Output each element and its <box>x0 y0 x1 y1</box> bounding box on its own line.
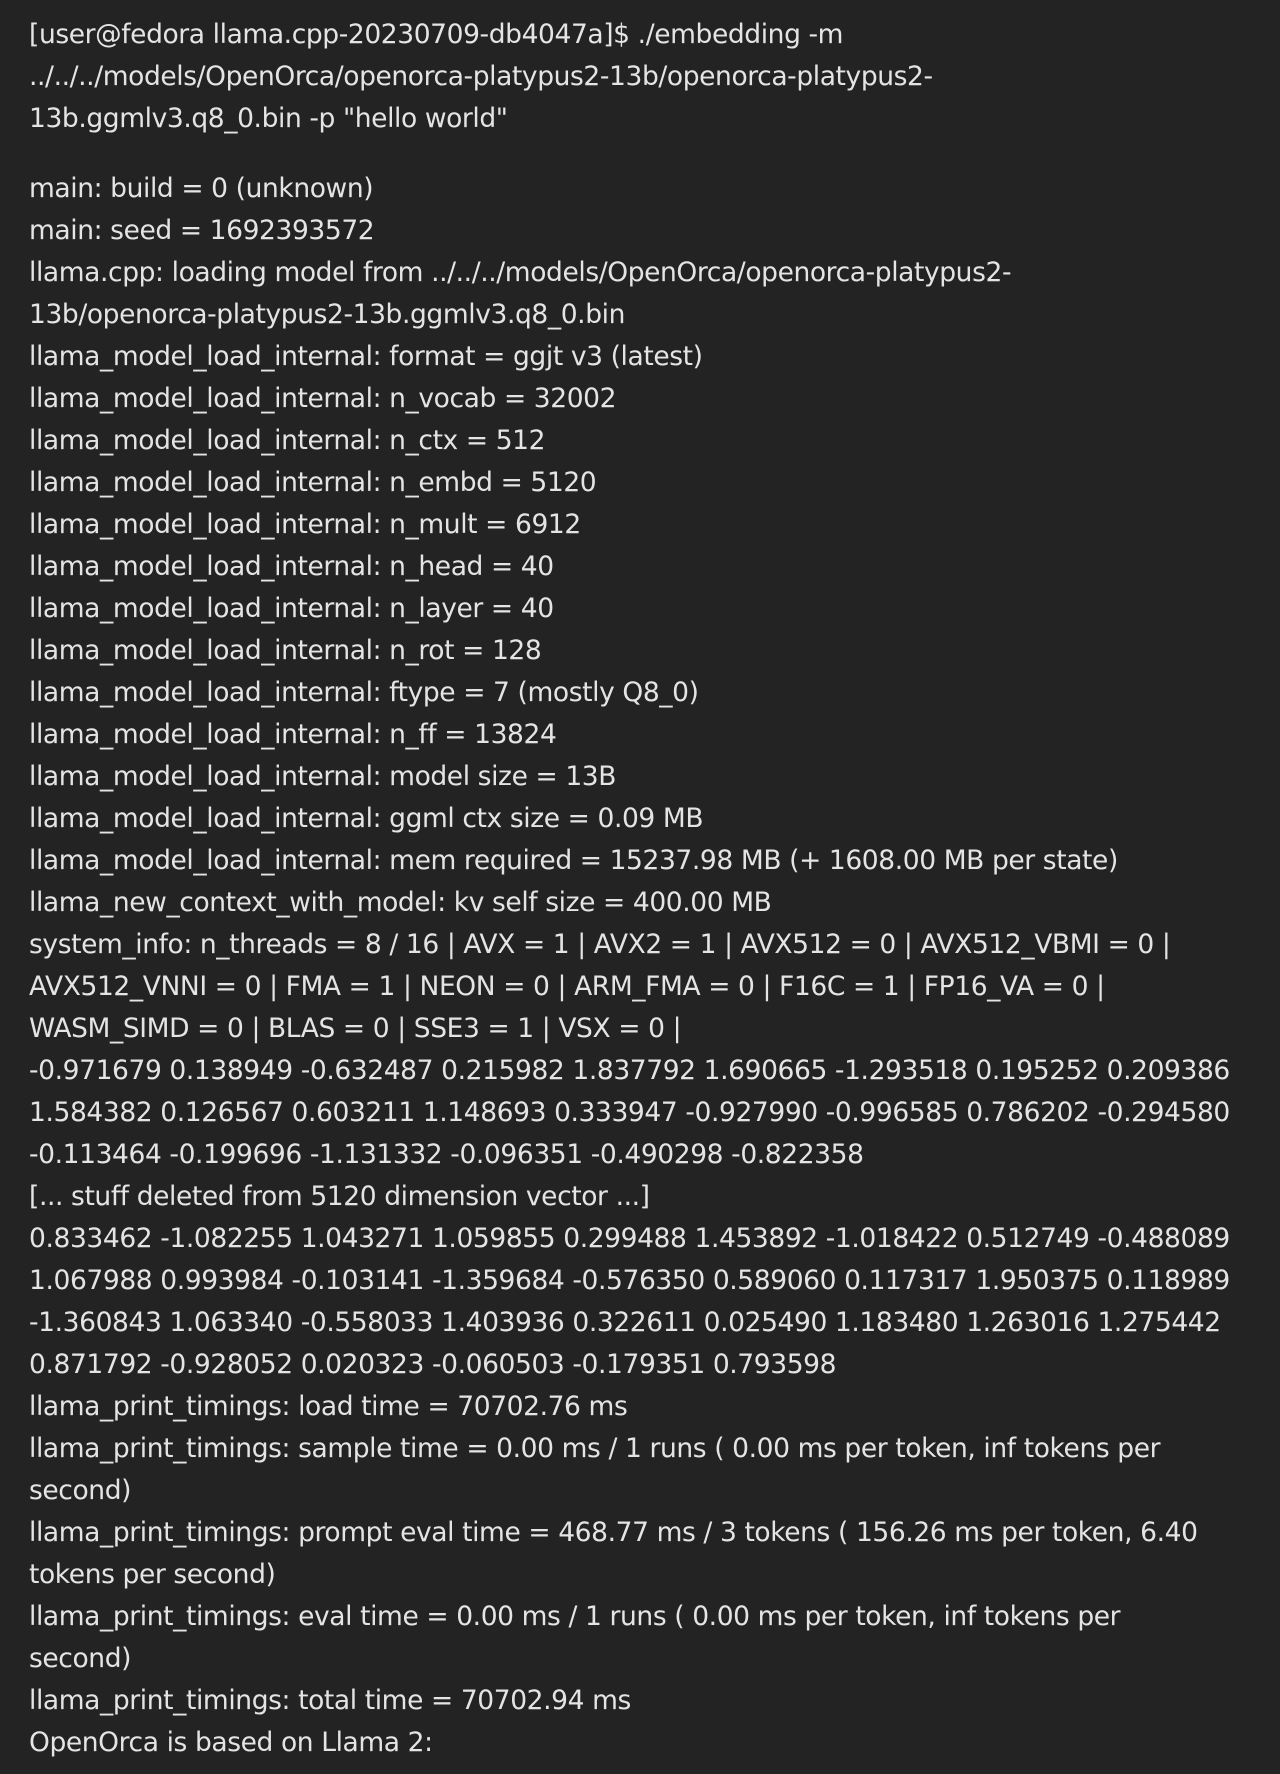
command-prompt-block: [user@fedora llama.cpp-20230709-db4047a]… <box>29 14 1252 140</box>
output-line: 0.833462 -1.082255 1.043271 1.059855 0.2… <box>29 1223 1230 1254</box>
output-line: main: seed = 1692393572 <box>29 215 375 246</box>
output-line: -0.113464 -0.199696 -1.131332 -0.096351 … <box>29 1139 864 1170</box>
output-line: llama.cpp: loading model from ../../../m… <box>29 257 1012 288</box>
output-line: llama_model_load_internal: format = ggjt… <box>29 341 703 372</box>
output-line: llama_model_load_internal: ggml ctx size… <box>29 803 704 834</box>
output-line: second) <box>29 1475 132 1506</box>
output-line: llama_model_load_internal: n_ctx = 512 <box>29 425 546 456</box>
output-line: 0.871792 -0.928052 0.020323 -0.060503 -0… <box>29 1349 837 1380</box>
output-line: llama_model_load_internal: n_rot = 128 <box>29 635 542 666</box>
output-line: llama_new_context_with_model: kv self si… <box>29 887 772 918</box>
output-line: -1.360843 1.063340 -0.558033 1.403936 0.… <box>29 1307 1221 1338</box>
output-line: llama_print_timings: load time = 70702.7… <box>29 1391 628 1422</box>
command-line-1: [user@fedora llama.cpp-20230709-db4047a]… <box>29 19 844 50</box>
output-line: main: build = 0 (unknown) <box>29 173 374 204</box>
output-line: llama_model_load_internal: n_mult = 6912 <box>29 509 581 540</box>
output-line: llama_print_timings: sample time = 0.00 … <box>29 1433 1161 1464</box>
output-line: llama_model_load_internal: model size = … <box>29 761 617 792</box>
output-line: OpenOrca is based on Llama 2: <box>29 1727 433 1758</box>
output-line: llama_print_timings: eval time = 0.00 ms… <box>29 1601 1121 1632</box>
output-line: llama_print_timings: total time = 70702.… <box>29 1685 631 1716</box>
output-line: -0.971679 0.138949 -0.632487 0.215982 1.… <box>29 1055 1230 1086</box>
command-line-2: ../../../models/OpenOrca/openorca-platyp… <box>29 61 933 92</box>
output-line: llama_model_load_internal: n_layer = 40 <box>29 593 554 624</box>
output-line: llama_model_load_internal: n_ff = 13824 <box>29 719 557 750</box>
command-output-block: main: build = 0 (unknown) main: seed = 1… <box>29 168 1252 1764</box>
output-line: [... stuff deleted from 5120 dimension v… <box>29 1181 650 1212</box>
terminal-window[interactable]: [user@fedora llama.cpp-20230709-db4047a]… <box>0 0 1280 1774</box>
output-line: second) <box>29 1643 132 1674</box>
output-line: AVX512_VNNI = 0 | FMA = 1 | NEON = 0 | A… <box>29 971 1105 1002</box>
output-line: llama_print_timings: prompt eval time = … <box>29 1517 1198 1548</box>
output-line: 1.584382 0.126567 0.603211 1.148693 0.33… <box>29 1097 1230 1128</box>
output-line: 1.067988 0.993984 -0.103141 -1.359684 -0… <box>29 1265 1230 1296</box>
output-line: llama_model_load_internal: n_vocab = 320… <box>29 383 617 414</box>
output-line: llama_model_load_internal: n_embd = 5120 <box>29 467 597 498</box>
command-line-3: 13b.ggmlv3.q8_0.bin -p "hello world" <box>29 103 508 134</box>
output-line: system_info: n_threads = 8 / 16 | AVX = … <box>29 929 1171 960</box>
output-line: llama_model_load_internal: n_head = 40 <box>29 551 554 582</box>
output-line: 13b/openorca-platypus2-13b.ggmlv3.q8_0.b… <box>29 299 625 330</box>
output-line: tokens per second) <box>29 1559 276 1590</box>
output-line: llama_model_load_internal: ftype = 7 (mo… <box>29 677 699 708</box>
output-line: llama_model_load_internal: mem required … <box>29 845 1118 876</box>
output-line: WASM_SIMD = 0 | BLAS = 0 | SSE3 = 1 | VS… <box>29 1013 682 1044</box>
